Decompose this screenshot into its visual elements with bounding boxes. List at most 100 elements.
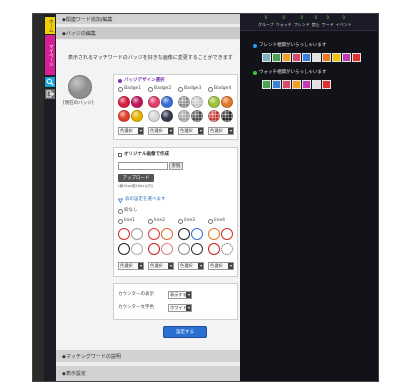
section-badge-edit[interactable]: ◆バッジの編集 bbox=[56, 27, 240, 39]
frame-ring[interactable] bbox=[221, 228, 233, 240]
watch-avatar-icon[interactable] bbox=[262, 80, 271, 89]
frame-ring[interactable] bbox=[208, 243, 220, 255]
badge-option-4[interactable]: Badge4 bbox=[208, 87, 231, 92]
badge-swatch[interactable] bbox=[221, 110, 233, 122]
badge-option-2[interactable]: Badge2 bbox=[148, 87, 171, 92]
badge-swatch[interactable] bbox=[118, 96, 130, 108]
watch-avatar-icon[interactable] bbox=[292, 80, 301, 89]
counter-display-select[interactable]: 表示する bbox=[168, 291, 192, 299]
friend-avatar-icon[interactable] bbox=[302, 53, 311, 62]
badge3-color-select-value: 色選択 bbox=[180, 128, 193, 133]
frame-option-line2[interactable]: line2 bbox=[148, 219, 165, 224]
tab-word[interactable]: 0 ワード bbox=[322, 16, 334, 27]
friend-avatar-icon[interactable] bbox=[322, 53, 331, 62]
frame-option-line3[interactable]: line3 bbox=[178, 219, 195, 224]
badge-swatch[interactable] bbox=[148, 96, 160, 108]
logout-button[interactable] bbox=[45, 89, 55, 99]
badge-swatch[interactable] bbox=[148, 110, 160, 122]
frame-ring[interactable] bbox=[148, 228, 160, 240]
section-display-settings[interactable]: ◆表示設定 bbox=[56, 366, 240, 381]
frame-ring[interactable] bbox=[131, 243, 143, 255]
watch-avatar-icon[interactable] bbox=[312, 80, 321, 89]
chevron-down-icon bbox=[228, 128, 233, 134]
watch-avatar-icon[interactable] bbox=[302, 80, 311, 89]
badge-option-1[interactable]: Badge1 bbox=[118, 87, 141, 92]
watch-avatar-icon[interactable] bbox=[322, 80, 331, 89]
frame-ring[interactable] bbox=[191, 228, 203, 240]
frame-ring[interactable] bbox=[178, 243, 190, 255]
frame-ring[interactable] bbox=[118, 228, 130, 240]
search-icon bbox=[46, 78, 54, 86]
file-path-input[interactable] bbox=[118, 162, 168, 170]
side-tab-mypage[interactable]: マイページ bbox=[45, 35, 55, 75]
badge-option-3[interactable]: Badge3 bbox=[178, 87, 201, 92]
frame-ring[interactable] bbox=[161, 228, 173, 240]
tab-event[interactable]: 0 イベント bbox=[336, 16, 352, 27]
side-tab-home[interactable]: ホーム bbox=[45, 17, 55, 34]
frame-ring[interactable] bbox=[178, 228, 190, 240]
frame-ring[interactable] bbox=[161, 243, 173, 255]
submit-button[interactable]: 設定する bbox=[163, 326, 207, 338]
section-matching-help[interactable]: ◆マッチングワードの説明 bbox=[56, 350, 240, 362]
frame-option-line4[interactable]: line4 bbox=[208, 219, 225, 224]
friend-avatar-icon[interactable] bbox=[272, 53, 281, 62]
frame-ring[interactable] bbox=[208, 228, 220, 240]
friend-avatar-icon[interactable] bbox=[342, 53, 351, 62]
line1-color-select[interactable]: 色選択 bbox=[118, 262, 144, 270]
badge-swatch[interactable] bbox=[191, 110, 203, 122]
counter-color-select-value: ホワイト bbox=[170, 305, 187, 310]
friend-avatar-icon[interactable] bbox=[282, 53, 291, 62]
friend-avatar-icon[interactable] bbox=[312, 53, 321, 62]
line2-color-select[interactable]: 色選択 bbox=[148, 262, 174, 270]
badge-swatch[interactable] bbox=[178, 110, 190, 122]
badge1-color-select[interactable]: 色選択 bbox=[118, 127, 144, 135]
tab-group[interactable]: 0 グループ bbox=[258, 16, 274, 27]
badge3-color-select[interactable]: 色選択 bbox=[178, 127, 204, 135]
line3-color-select[interactable]: 色選択 bbox=[178, 262, 204, 270]
frame-settings-title-label: 枠の設定を選べます bbox=[125, 197, 166, 203]
badge-swatch[interactable] bbox=[161, 110, 173, 122]
line4-color-select[interactable]: 色選択 bbox=[208, 262, 234, 270]
friend-avatar-icon[interactable] bbox=[352, 53, 361, 62]
watch-notice-label: ウォッチ相関がいらっしゃいます bbox=[259, 70, 327, 75]
friend-avatar-icon[interactable] bbox=[262, 53, 271, 62]
side-tab-mypage-label: マイページ bbox=[48, 43, 54, 67]
badge-swatch[interactable] bbox=[208, 96, 220, 108]
frame-option-none[interactable]: 枠なし bbox=[118, 209, 138, 214]
watch-avatar-icon[interactable] bbox=[272, 80, 281, 89]
frame-ring[interactable] bbox=[118, 243, 130, 255]
badge-swatch[interactable] bbox=[131, 110, 143, 122]
purple-dot-icon bbox=[118, 79, 122, 84]
badge2-color-select[interactable]: 色選択 bbox=[148, 127, 174, 135]
triangle-down-icon bbox=[118, 198, 123, 203]
badge-swatch[interactable] bbox=[118, 110, 130, 122]
tab-friend[interactable]: 0 フレンド bbox=[294, 16, 310, 27]
badge-swatch[interactable] bbox=[178, 96, 190, 108]
badge-swatch[interactable] bbox=[191, 96, 203, 108]
browse-button[interactable]: 参照 bbox=[169, 162, 183, 170]
frame-ring[interactable] bbox=[131, 228, 143, 240]
search-button[interactable] bbox=[45, 77, 55, 87]
badge-swatch[interactable] bbox=[221, 96, 233, 108]
watch-avatar-icon[interactable] bbox=[282, 80, 291, 89]
upload-button[interactable]: アップロード bbox=[118, 174, 154, 182]
tab-blocked[interactable]: 0 禁止 bbox=[312, 16, 320, 27]
badge-swatch[interactable] bbox=[131, 96, 143, 108]
section-related-words-label: ◆関連ワード追加/編集 bbox=[62, 16, 113, 23]
frame-option-line1[interactable]: line1 bbox=[118, 219, 135, 224]
badge-swatch[interactable] bbox=[161, 96, 173, 108]
badge4-color-select[interactable]: 色選択 bbox=[208, 127, 234, 135]
browse-button-label: 参照 bbox=[171, 164, 181, 169]
chevron-down-icon bbox=[186, 292, 191, 298]
section-related-words[interactable]: ◆関連ワード追加/編集 bbox=[56, 14, 240, 24]
blue-dot-icon bbox=[253, 44, 257, 49]
tab-watch[interactable]: 0 ウォッチ bbox=[276, 16, 292, 27]
counter-color-select[interactable]: ホワイト bbox=[168, 304, 192, 312]
frame-ring[interactable] bbox=[221, 243, 233, 255]
friend-avatar-icon[interactable] bbox=[332, 53, 341, 62]
line4-color-select-value: 色選択 bbox=[210, 263, 223, 268]
frame-ring[interactable] bbox=[191, 243, 203, 255]
badge-swatch[interactable] bbox=[208, 110, 220, 122]
friend-avatar-icon[interactable] bbox=[292, 53, 301, 62]
frame-ring[interactable] bbox=[148, 243, 160, 255]
